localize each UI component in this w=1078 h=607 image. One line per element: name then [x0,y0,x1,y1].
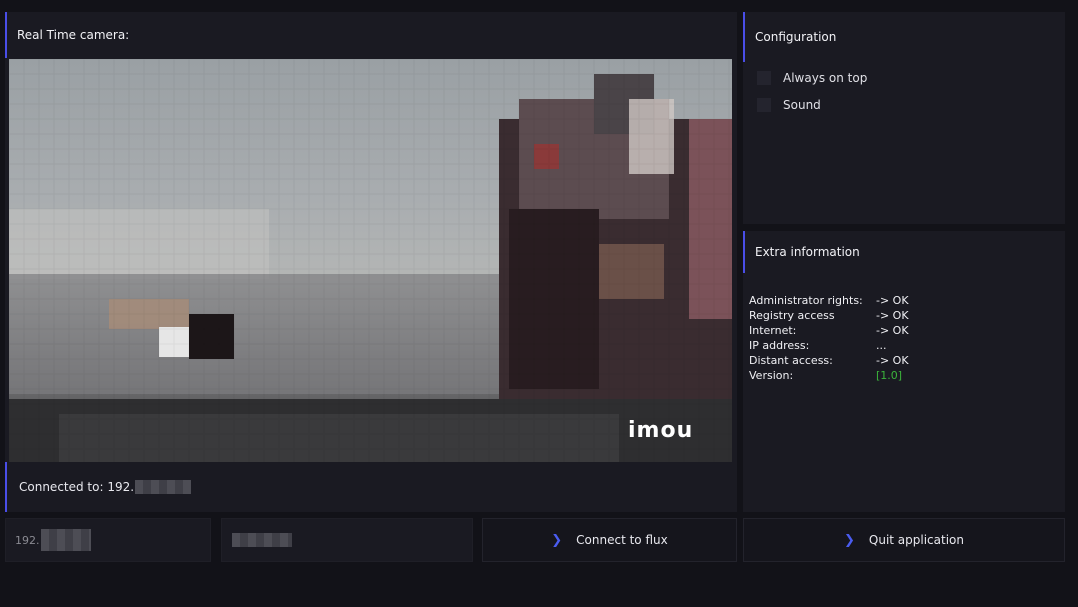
version-value: [1.0] [876,369,903,382]
camera-video-feed: imou [9,59,732,462]
ip-address-input[interactable]: 192. [5,518,211,562]
checkbox-box[interactable] [757,71,771,85]
redacted-ip-mask [135,480,192,494]
info-value: -> OK [876,324,909,337]
chevron-right-icon: ❯ [551,532,563,548]
camera-panel: Real Time camera: imou Connected to: 192… [5,12,737,512]
connection-status-text: Connected to: 192. [19,480,135,494]
quit-application-button[interactable]: ❯ Quit application [743,518,1065,562]
info-list: Administrator rights: -> OK Registry acce… [749,293,909,383]
redacted-port-mask [232,533,292,547]
chevron-right-icon: ❯ [843,532,855,548]
extra-information-panel: Extra information Administrator rights: -… [743,231,1065,512]
info-value: -> OK [876,354,909,367]
info-key: IP address: [749,339,810,352]
extra-information-title: Extra information [743,231,1065,273]
port-input[interactable] [221,518,473,562]
configuration-panel: Configuration Always on top Sound [743,12,1065,224]
info-key: Distant access: [749,354,833,367]
info-row: Version: [1.0] [749,368,909,383]
info-value: ... [876,339,887,352]
connect-to-flux-button[interactable]: ❯ Connect to flux [482,518,737,562]
ip-address-value: 192. [15,533,40,547]
quit-application-label: Quit application [868,533,964,547]
redacted-ip-mask [40,529,91,551]
info-key: Administrator rights: [749,294,863,307]
info-row: IP address:... [749,338,909,353]
configuration-title: Configuration [743,12,1065,62]
camera-panel-title: Real Time camera: [5,12,737,58]
info-row: Registry access -> OK [749,308,909,323]
imou-logo: imou [628,418,694,443]
info-value: -> OK [876,294,909,307]
info-value: -> OK [876,309,909,322]
connection-status: Connected to: 192. [5,462,737,512]
info-key: Version: [749,369,794,382]
connect-to-flux-label: Connect to flux [576,533,668,547]
info-key: Internet: [749,324,797,337]
sound-label: Sound [783,98,821,112]
checkbox-box[interactable] [757,98,771,112]
info-row: Distant access: -> OK [749,353,909,368]
info-row: Administrator rights: -> OK [749,293,909,308]
info-row: Internet: -> OK [749,323,909,338]
info-key: Registry access [749,309,835,322]
sound-checkbox[interactable]: Sound [757,98,821,112]
always-on-top-checkbox[interactable]: Always on top [757,71,867,85]
always-on-top-label: Always on top [783,71,868,85]
